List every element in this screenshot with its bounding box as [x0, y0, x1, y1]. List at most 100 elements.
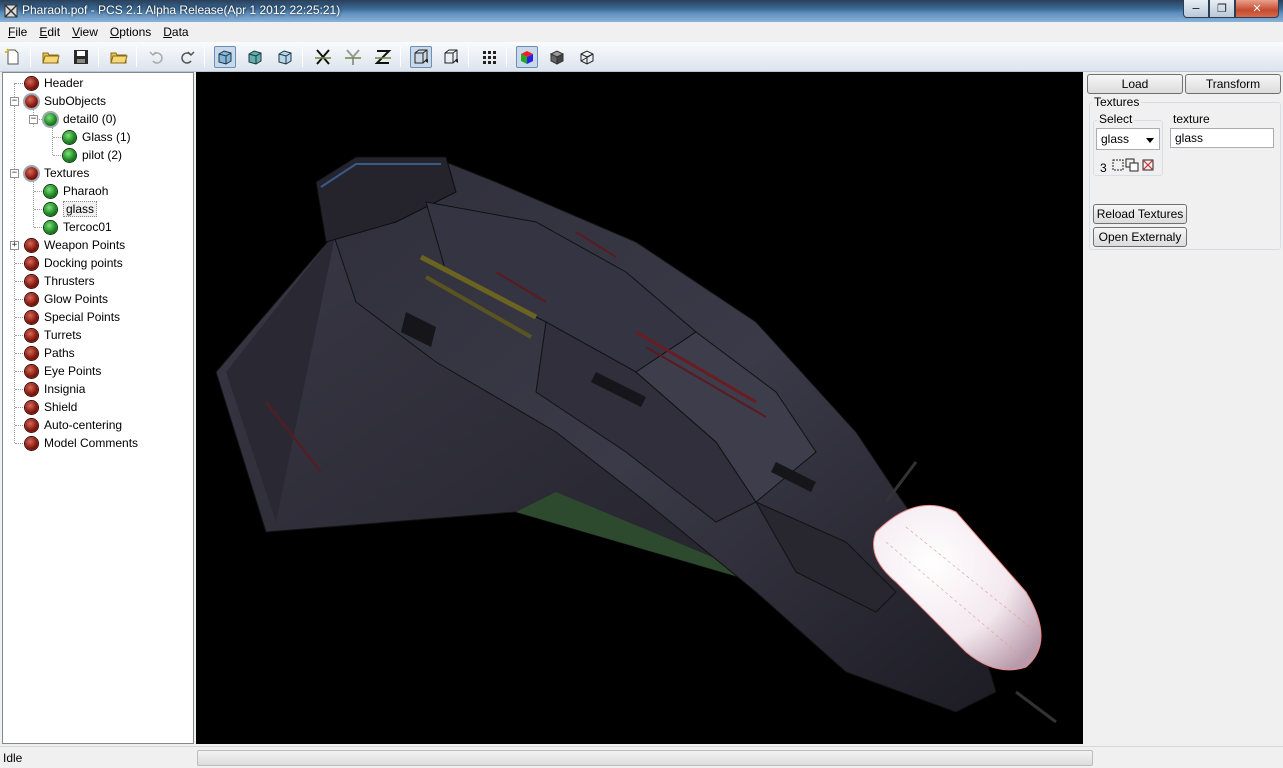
- red-node-icon: [23, 164, 40, 182]
- tree-item-header[interactable]: Header: [25, 74, 83, 92]
- flat-view-icon[interactable]: [274, 46, 296, 68]
- collapse-toggle-subobjects[interactable]: −: [10, 97, 19, 106]
- x-axis-icon[interactable]: [312, 46, 334, 68]
- red-node-icon: [25, 238, 38, 252]
- tree-item-glass-subobject[interactable]: Glass (1): [63, 128, 131, 146]
- title-bar: Pharaoh.pof - PCS 2.1 Alpha Release(Apr …: [0, 0, 1283, 22]
- toolbar-separator: [204, 47, 205, 67]
- toolbar: [0, 42, 1283, 72]
- tree-item-special-points[interactable]: Special Points: [25, 308, 120, 326]
- reload-textures-button[interactable]: Reload Textures: [1093, 204, 1187, 224]
- tree-item-texture-pharaoh[interactable]: Pharaoh: [44, 182, 108, 200]
- toolbar-separator: [400, 47, 401, 67]
- collapse-toggle-detail0[interactable]: −: [29, 115, 38, 124]
- texture-tools-icon[interactable]: [1112, 158, 1156, 174]
- green-node-icon: [63, 148, 76, 162]
- menu-bar: File Edit View Options Data: [0, 22, 1283, 42]
- red-node-icon: [25, 274, 38, 288]
- red-node-icon: [25, 364, 38, 378]
- tree-item-glow-points[interactable]: Glow Points: [25, 290, 108, 308]
- green-node-icon: [44, 220, 57, 234]
- green-node-icon: [42, 110, 59, 128]
- wire-cube-icon[interactable]: [576, 46, 598, 68]
- tree-item-docking-points[interactable]: Docking points: [25, 254, 123, 272]
- app-icon: [4, 4, 18, 18]
- tree-line: [52, 127, 53, 155]
- menu-data[interactable]: Data: [157, 25, 194, 39]
- menu-edit[interactable]: Edit: [33, 25, 66, 39]
- transform-button[interactable]: Transform: [1185, 74, 1281, 94]
- green-node-icon: [63, 130, 76, 144]
- open-folder-icon[interactable]: [40, 46, 62, 68]
- solid-cube-icon[interactable]: [546, 46, 568, 68]
- tree-item-weapon-points[interactable]: Weapon Points: [25, 236, 125, 254]
- collapse-toggle-textures[interactable]: −: [10, 169, 19, 178]
- tree-item-subobjects[interactable]: SubObjects: [23, 92, 106, 110]
- y-axis-icon[interactable]: [342, 46, 364, 68]
- load-button[interactable]: Load: [1087, 74, 1183, 94]
- toolbar-separator: [468, 47, 469, 67]
- tree-item-textures[interactable]: Textures: [23, 164, 89, 182]
- tree-item-texture-glass[interactable]: glass: [44, 200, 98, 218]
- tree-item-eye-points[interactable]: Eye Points: [25, 362, 101, 380]
- red-node-icon: [25, 328, 38, 342]
- close-button[interactable]: ✕: [1235, 0, 1279, 18]
- expand-toggle-weapon-points[interactable]: +: [10, 241, 19, 250]
- menu-options[interactable]: Options: [104, 25, 157, 39]
- minimize-button[interactable]: −: [1183, 0, 1209, 18]
- new-file-icon[interactable]: [2, 46, 24, 68]
- wireframe-box-icon[interactable]: [440, 46, 462, 68]
- texture-count: 3: [1100, 161, 1107, 175]
- tree-item-insignia[interactable]: Insignia: [25, 380, 85, 398]
- chevron-down-icon: [1146, 138, 1154, 143]
- red-node-icon: [23, 92, 40, 110]
- textured-view-icon[interactable]: [214, 46, 236, 68]
- red-node-icon: [25, 382, 38, 396]
- red-node-icon: [25, 400, 38, 414]
- toolbar-separator: [136, 47, 137, 67]
- texture-select[interactable]: glass: [1096, 128, 1160, 150]
- save-icon[interactable]: [70, 46, 92, 68]
- z-axis-icon[interactable]: [372, 46, 394, 68]
- toolbar-separator: [506, 47, 507, 67]
- textures-group-label: Textures: [1092, 95, 1142, 109]
- red-node-icon: [25, 292, 38, 306]
- ship-model-render: [215, 156, 1057, 724]
- maximize-button[interactable]: ❐: [1209, 0, 1235, 18]
- shaded-view-icon[interactable]: [244, 46, 266, 68]
- tree-item-shield[interactable]: Shield: [25, 398, 77, 416]
- open-external-folder-icon[interactable]: [108, 46, 130, 68]
- tree-item-model-comments[interactable]: Model Comments: [25, 434, 138, 452]
- tree-item-texture-tercoc01[interactable]: Tercoc01: [44, 218, 112, 236]
- tree-item-turrets[interactable]: Turrets: [25, 326, 82, 344]
- bounding-box-icon[interactable]: [410, 46, 432, 68]
- model-tree[interactable]: − − − + Header SubObjects detail0 (0) Gl…: [2, 72, 194, 744]
- red-node-icon: [25, 436, 38, 450]
- green-node-icon: [44, 184, 57, 198]
- texture-label: texture: [1171, 112, 1212, 126]
- redo-icon[interactable]: [176, 46, 198, 68]
- tree-item-thrusters[interactable]: Thrusters: [25, 272, 95, 290]
- model-viewport[interactable]: [196, 72, 1083, 744]
- tree-item-paths[interactable]: Paths: [25, 344, 75, 362]
- open-externaly-button[interactable]: Open Externaly: [1093, 227, 1187, 247]
- tree-item-auto-centering[interactable]: Auto-centering: [25, 416, 122, 434]
- red-node-icon: [25, 76, 38, 90]
- tree-item-pilot[interactable]: pilot (2): [63, 146, 122, 164]
- progress-bar: [197, 750, 1093, 766]
- status-bar: Idle: [0, 746, 1283, 768]
- select-label: Select: [1097, 112, 1135, 126]
- texture-name-input[interactable]: glass: [1170, 128, 1274, 148]
- toolbar-separator: [302, 47, 303, 67]
- red-node-icon: [25, 256, 38, 270]
- menu-view[interactable]: View: [66, 25, 104, 39]
- red-node-icon: [25, 310, 38, 324]
- toolbar-separator: [30, 47, 31, 67]
- grid-icon[interactable]: [478, 46, 500, 68]
- tree-item-detail0[interactable]: detail0 (0): [42, 110, 116, 128]
- menu-file[interactable]: File: [2, 25, 33, 39]
- rgb-cube-icon[interactable]: [516, 46, 538, 68]
- undo-icon[interactable]: [146, 46, 168, 68]
- status-text: Idle: [3, 751, 23, 765]
- green-node-icon: [44, 202, 57, 216]
